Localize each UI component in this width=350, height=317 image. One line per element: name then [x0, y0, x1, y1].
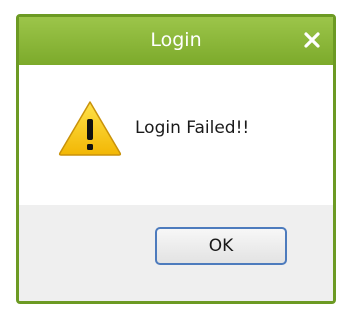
ok-button[interactable]: OK: [155, 227, 287, 265]
error-message: Login Failed!!: [135, 118, 250, 138]
close-icon: [304, 32, 320, 48]
login-dialog: Login Login Failed!! OK: [16, 14, 336, 304]
dialog-footer: OK: [19, 205, 333, 301]
dialog-title: Login: [150, 29, 202, 51]
dialog-content: Login Failed!!: [19, 65, 333, 205]
screen: Login Login Failed!! OK: [0, 0, 350, 317]
close-button[interactable]: [299, 27, 325, 53]
dialog-titlebar[interactable]: Login: [19, 17, 333, 65]
warning-icon: [58, 101, 122, 156]
